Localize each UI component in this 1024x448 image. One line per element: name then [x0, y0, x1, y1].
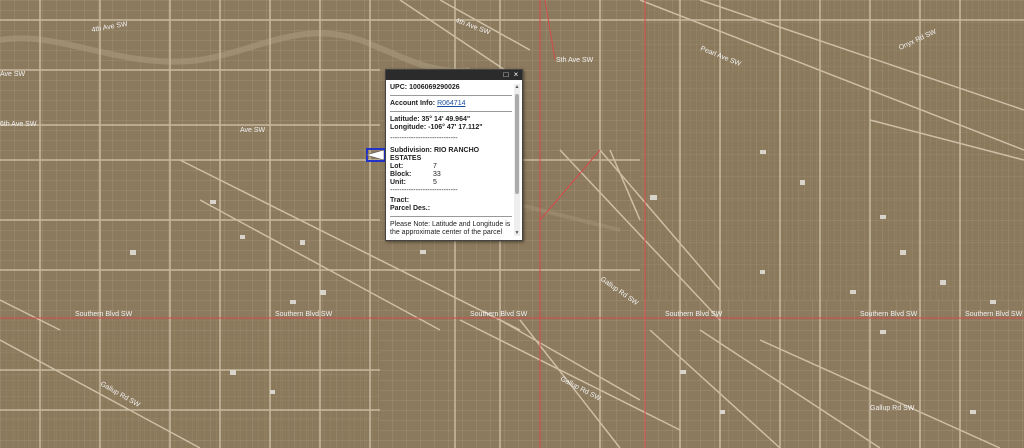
popup-pointer [366, 149, 384, 161]
parcel-block [0, 320, 380, 448]
tract-row: Tract: [390, 197, 410, 204]
popup-scrollbar[interactable]: ▲ ▼ [514, 84, 520, 236]
latitude-row: Latitude: 35° 14' 49.964" [390, 116, 471, 123]
road-label: Gallup Rd SW [870, 405, 915, 412]
road-label: Southern Blvd SW [470, 311, 528, 318]
account-link[interactable]: R064714 [437, 100, 465, 107]
parcel-info-popup[interactable]: □ × UPC: 1006069290026 Account Info: R06… [385, 69, 523, 241]
road-label: 6th Ave SW [0, 121, 37, 128]
road-label: Sth Ave SW [556, 57, 594, 64]
parcel-des-row: Parcel Des.: [390, 205, 431, 212]
road-label: Southern Blvd SW [275, 311, 333, 318]
popup-content: UPC: 1006069290026 Account Info: R064714… [390, 84, 512, 236]
account-row: Account Info: R064714 [390, 100, 466, 107]
scroll-thumb[interactable] [515, 94, 519, 194]
lot-row: Lot: 7 [390, 163, 437, 170]
road-label: Ave SW [240, 127, 266, 134]
location-note: Please Note: Latitude and Longitude is t… [390, 221, 511, 236]
road-label: Southern Blvd SW [860, 311, 918, 318]
block-row: Block: 33 [390, 171, 441, 178]
subdivision-row: Subdivision: RIO RANCHO ESTATES [390, 147, 480, 162]
popup-titlebar[interactable]: □ × [386, 70, 522, 80]
longitude-row: Longitude: -106° 47' 17.112" [390, 124, 483, 131]
road-label: Ave SW [0, 71, 26, 78]
close-icon[interactable]: × [512, 71, 520, 79]
divider [390, 95, 512, 96]
divider [390, 216, 512, 217]
divider [390, 111, 512, 112]
road-label: Southern Blvd SW [75, 311, 133, 318]
maximize-icon[interactable]: □ [502, 71, 510, 79]
road-label: Southern Blvd SW [665, 311, 723, 318]
upc-row: UPC: 1006069290026 [390, 84, 460, 91]
scroll-up-icon[interactable]: ▲ [514, 84, 520, 90]
dash-divider: ----------------------------- [390, 135, 458, 142]
unit-row: Unit: 5 [390, 179, 437, 186]
scroll-down-icon[interactable]: ▼ [514, 230, 520, 236]
road-label: Southern Blvd SW [965, 311, 1023, 318]
dash-divider: ----------------------------- [390, 187, 458, 194]
